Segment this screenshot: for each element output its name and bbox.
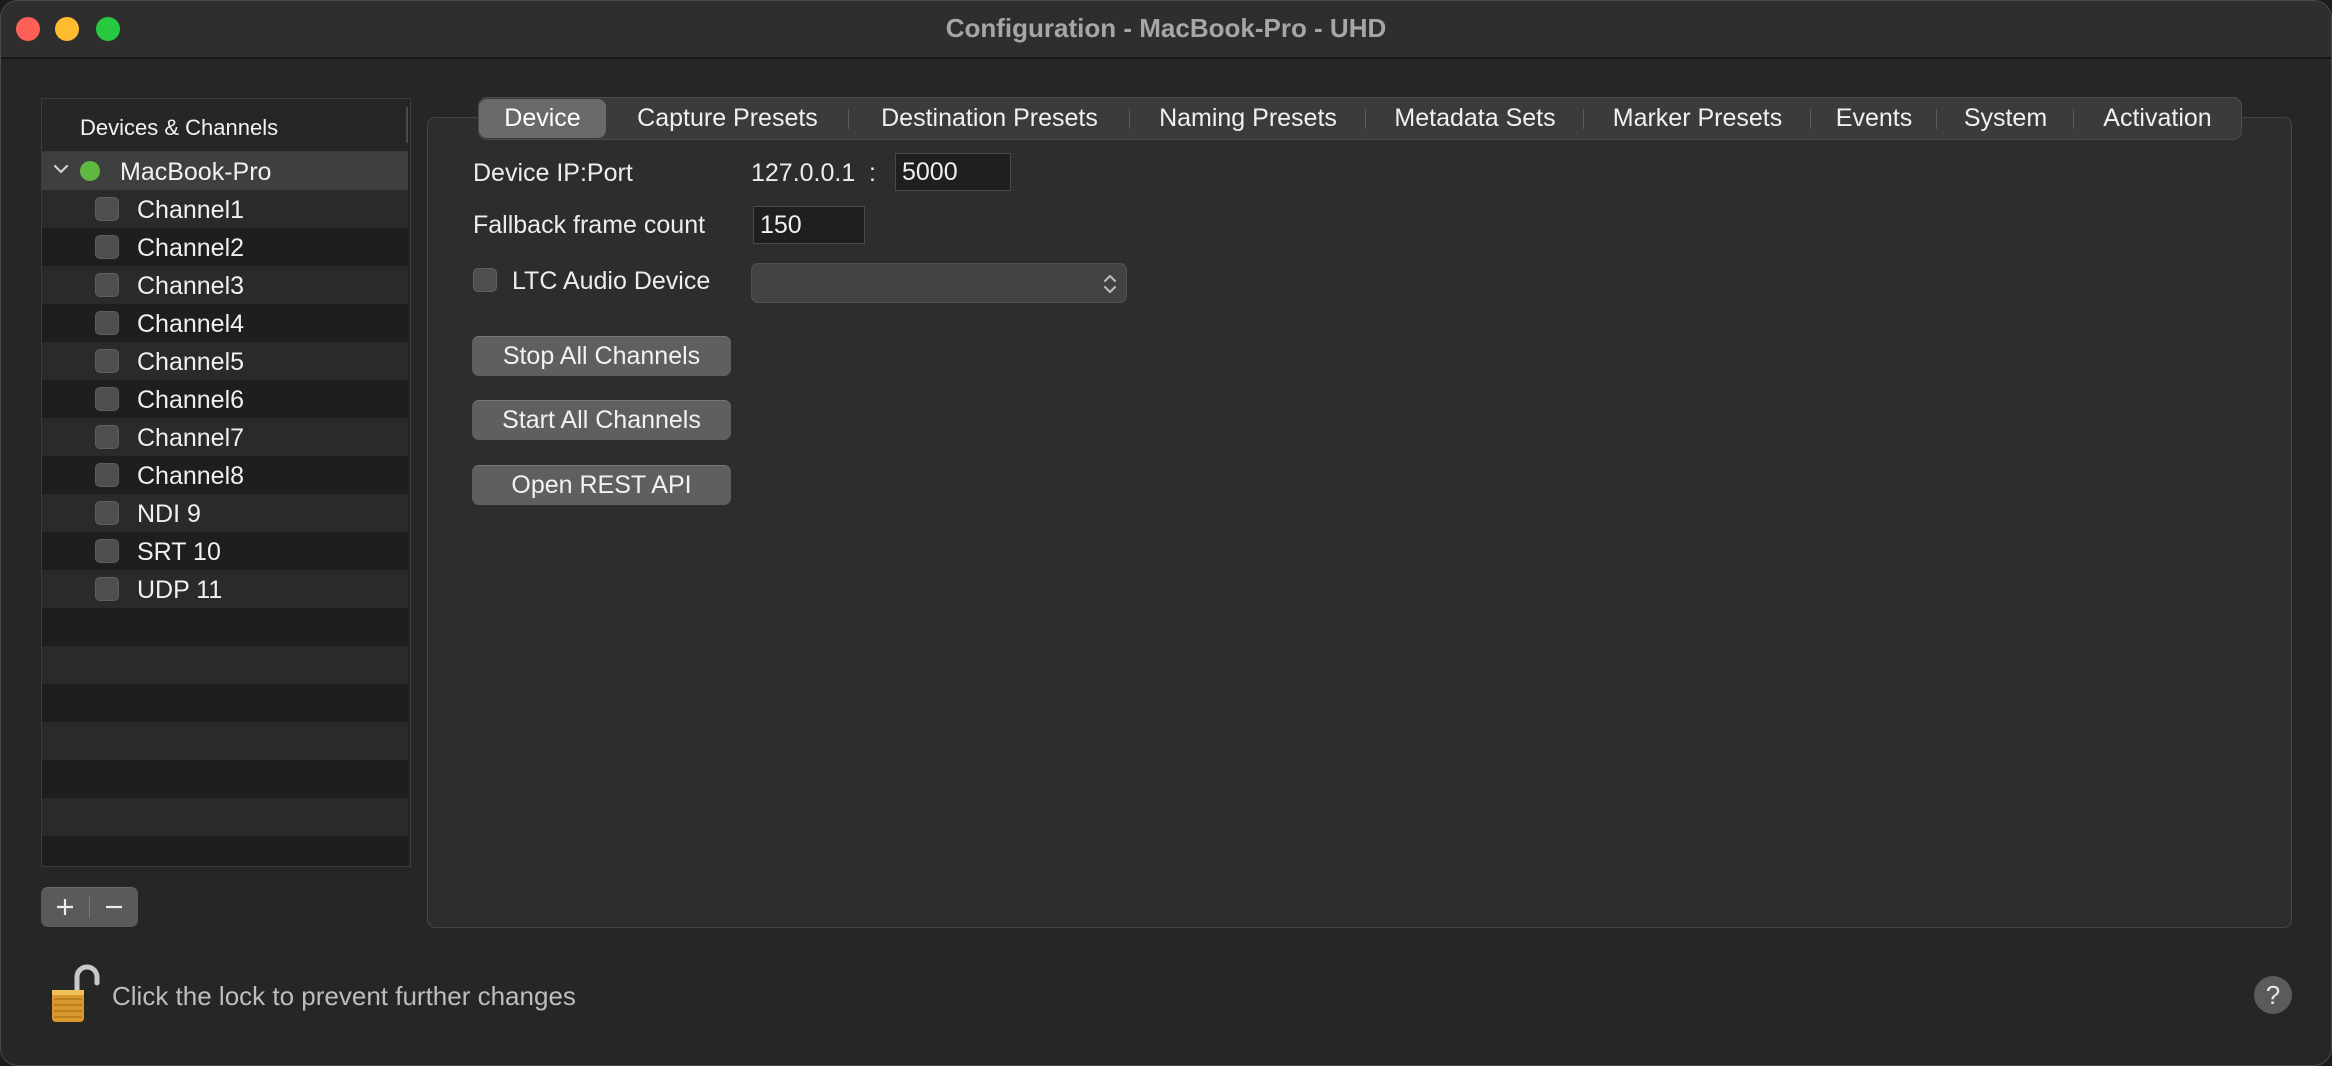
tab-events[interactable]: Events xyxy=(1811,99,1937,138)
open-rest-api-button[interactable]: Open REST API xyxy=(472,465,731,505)
lock-message: Click the lock to prevent further change… xyxy=(112,981,576,1011)
plus-icon xyxy=(57,899,73,915)
channel-label: SRT 10 xyxy=(137,538,221,566)
channel-row[interactable]: SRT 10 xyxy=(42,532,408,570)
ltc-audio-device-select[interactable] xyxy=(751,263,1127,303)
device-ip-value: 127.0.0.1 xyxy=(751,159,856,187)
empty-row xyxy=(42,798,408,836)
channel-checkbox[interactable] xyxy=(95,501,119,525)
channel-row[interactable]: Channel7 xyxy=(42,418,408,456)
channel-row[interactable]: UDP 11 xyxy=(42,570,408,608)
channel-checkbox[interactable] xyxy=(95,197,119,221)
fallback-frame-count-field[interactable]: 150 xyxy=(753,206,865,244)
channel-row[interactable]: Channel8 xyxy=(42,456,408,494)
tab-label: Marker Presets xyxy=(1612,104,1783,132)
ip-port-separator: : xyxy=(869,159,876,187)
minus-icon xyxy=(106,905,122,909)
list-header-label: Devices & Channels xyxy=(80,115,279,140)
empty-row xyxy=(42,722,408,760)
configuration-window: Configuration - MacBook-Pro - UHD Device… xyxy=(0,0,2332,1066)
tab-label: Device xyxy=(504,104,581,132)
disclosure-chevron-icon[interactable] xyxy=(52,160,70,178)
empty-row xyxy=(42,646,408,684)
channel-row[interactable]: Channel3 xyxy=(42,266,408,304)
tab-destination-presets[interactable]: Destination Presets xyxy=(849,99,1130,138)
ltc-audio-device-label: LTC Audio Device xyxy=(512,267,711,295)
channel-label: UDP 11 xyxy=(137,576,223,604)
help-button[interactable]: ? xyxy=(2254,976,2292,1014)
empty-row xyxy=(42,836,408,866)
channel-label: Channel5 xyxy=(137,348,245,376)
channel-label: NDI 9 xyxy=(137,500,201,528)
channel-checkbox[interactable] xyxy=(95,311,119,335)
channel-label: Channel8 xyxy=(137,462,245,490)
channel-checkbox[interactable] xyxy=(95,273,119,297)
up-down-chevron-icon xyxy=(1104,275,1116,293)
device-ip-port-label: Device IP:Port xyxy=(473,159,633,187)
empty-row xyxy=(42,608,408,646)
tab-label: Naming Presets xyxy=(1159,104,1337,132)
channel-checkbox[interactable] xyxy=(95,539,119,563)
tab-label: Capture Presets xyxy=(637,104,818,132)
channel-row[interactable]: Channel2 xyxy=(42,228,408,266)
unlocked-padlock-icon[interactable] xyxy=(49,963,101,1025)
channel-checkbox[interactable] xyxy=(95,425,119,449)
tab-label: Events xyxy=(1835,104,1913,132)
fallback-frame-count-label: Fallback frame count xyxy=(473,211,706,239)
channel-label: Channel1 xyxy=(137,196,245,224)
add-remove-control xyxy=(41,887,138,927)
tab-activation[interactable]: Activation xyxy=(2074,99,2241,138)
list-header: Devices & Channels xyxy=(42,99,408,152)
tab-label: System xyxy=(1963,104,2048,132)
tab-label: Metadata Sets xyxy=(1394,104,1556,132)
channel-row[interactable]: Channel6 xyxy=(42,380,408,418)
channel-label: Channel3 xyxy=(137,272,245,300)
channel-checkbox[interactable] xyxy=(95,387,119,411)
column-divider xyxy=(406,107,408,143)
stop-all-channels-button[interactable]: Stop All Channels xyxy=(472,336,731,376)
list-rows: MacBook-Pro Channel1 Channel2 Channel3 C… xyxy=(42,152,408,866)
channel-checkbox[interactable] xyxy=(95,577,119,601)
tab-bar: Device Capture Presets Destination Prese… xyxy=(478,97,2242,140)
channel-checkbox[interactable] xyxy=(95,235,119,259)
add-button[interactable] xyxy=(41,888,89,927)
device-row[interactable]: MacBook-Pro xyxy=(42,152,408,190)
channel-label: Channel4 xyxy=(137,310,245,338)
channel-label: Channel2 xyxy=(137,234,245,262)
remove-button[interactable] xyxy=(90,888,138,927)
tab-naming-presets[interactable]: Naming Presets xyxy=(1130,99,1366,138)
channel-row[interactable]: Channel4 xyxy=(42,304,408,342)
channel-row[interactable]: Channel5 xyxy=(42,342,408,380)
devices-channels-list[interactable]: Devices & Channels MacBook-Pro Channel1 … xyxy=(41,98,411,867)
tab-metadata-sets[interactable]: Metadata Sets xyxy=(1366,99,1584,138)
tab-label: Destination Presets xyxy=(881,104,1098,132)
window-title: Configuration - MacBook-Pro - UHD xyxy=(945,13,1387,43)
port-field[interactable]: 5000 xyxy=(895,153,1011,191)
channel-label: Channel6 xyxy=(137,386,245,414)
tab-capture-presets[interactable]: Capture Presets xyxy=(606,99,849,138)
channel-row[interactable]: Channel1 xyxy=(42,190,408,228)
tab-device[interactable]: Device xyxy=(479,99,606,138)
title-bar: Configuration - MacBook-Pro - UHD xyxy=(1,1,2331,59)
device-status-icon xyxy=(80,161,100,181)
tab-label: Activation xyxy=(2103,104,2212,132)
tab-marker-presets[interactable]: Marker Presets xyxy=(1584,99,1811,138)
settings-panel xyxy=(427,117,2292,928)
device-name: MacBook-Pro xyxy=(120,158,272,186)
channel-label: Channel7 xyxy=(137,424,245,452)
empty-row xyxy=(42,684,408,722)
channel-checkbox[interactable] xyxy=(95,463,119,487)
channel-checkbox[interactable] xyxy=(95,349,119,373)
empty-row xyxy=(42,760,408,798)
tab-system[interactable]: System xyxy=(1937,99,2074,138)
ltc-audio-device-checkbox[interactable] xyxy=(473,268,497,292)
start-all-channels-button[interactable]: Start All Channels xyxy=(472,400,731,440)
channel-row[interactable]: NDI 9 xyxy=(42,494,408,532)
